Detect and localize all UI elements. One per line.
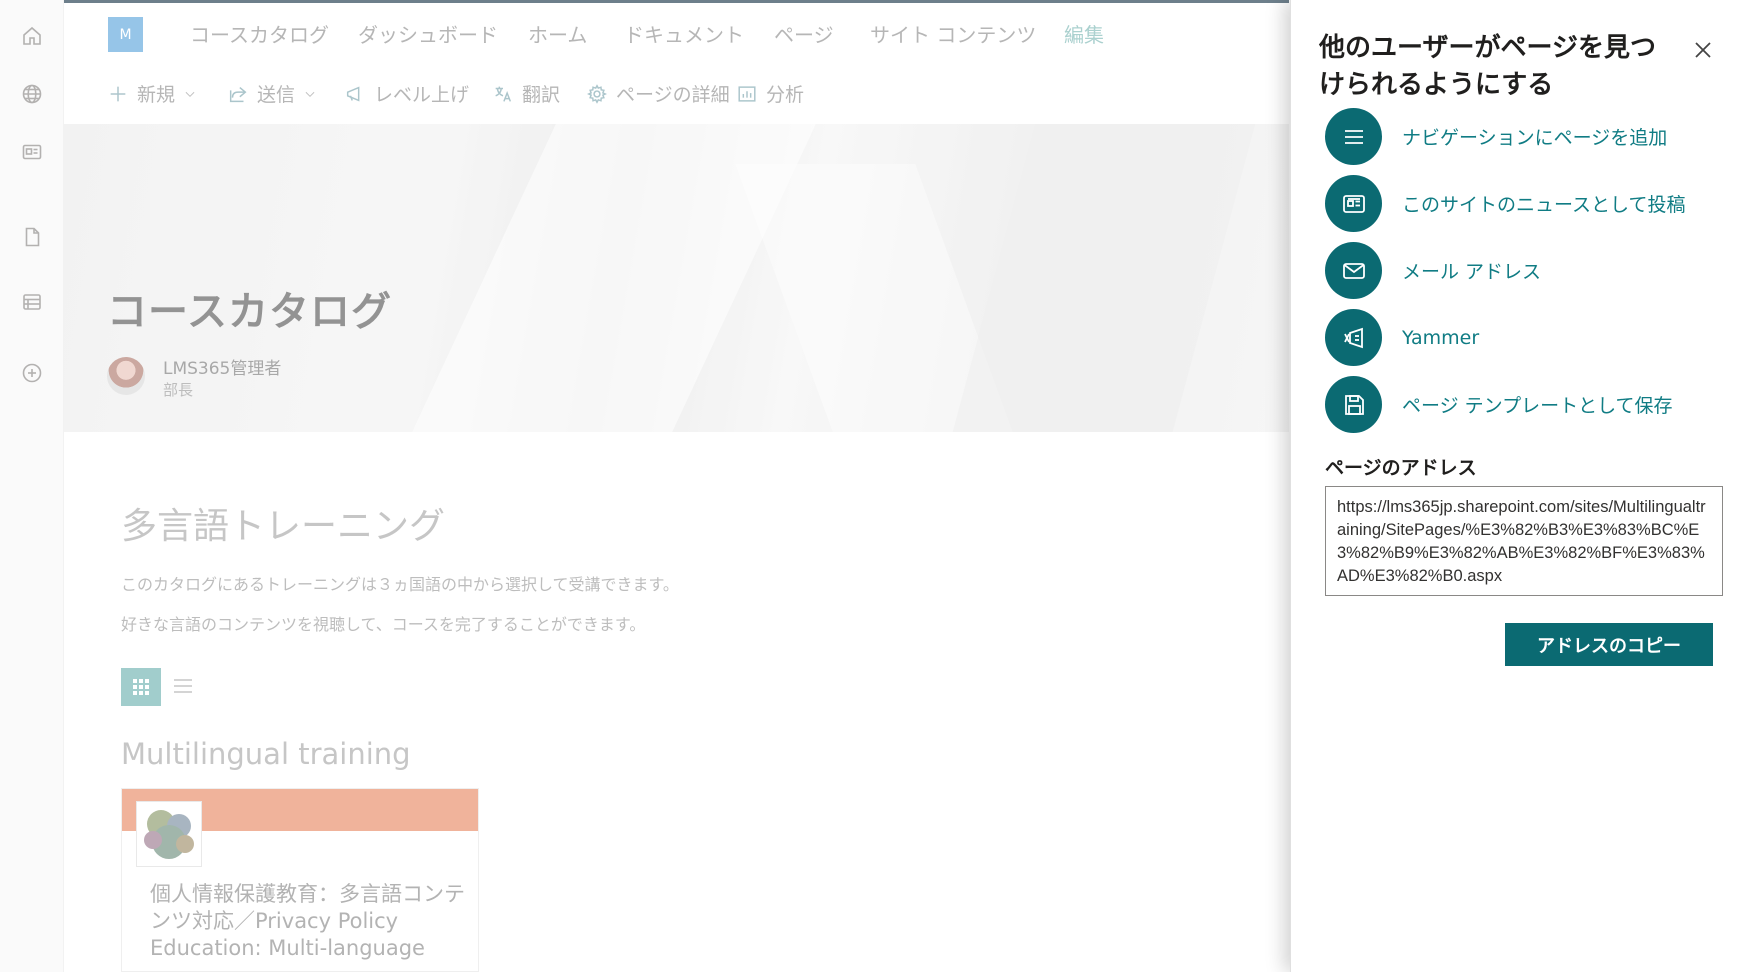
new-button[interactable]: 新規	[107, 80, 197, 107]
email-option[interactable]: メール アドレス	[1325, 242, 1541, 299]
course-title[interactable]: 個人情報保護教育：多言語コンテンツ対応／Privacy Policy Educa…	[150, 881, 470, 962]
promote-button[interactable]: レベル上げ	[344, 80, 469, 107]
news-icon	[1325, 175, 1382, 232]
list-view-button[interactable]	[172, 675, 196, 699]
close-icon	[1695, 42, 1711, 58]
hero-shape	[952, 124, 1256, 432]
option-label: このサイトのニュースとして投稿	[1402, 194, 1686, 216]
document-icon[interactable]	[17, 222, 47, 252]
translate-icon	[495, 86, 512, 102]
intro-paragraph-2: 好きな言語のコンテンツを視聴して、コースを完了することができます。	[121, 615, 646, 634]
grid-view-button[interactable]	[121, 668, 161, 706]
page-details-label: ページの詳細	[616, 84, 730, 106]
catalog-subheading: Multilingual training	[121, 737, 411, 771]
post-as-news-option[interactable]: このサイトのニュースとして投稿	[1325, 175, 1685, 232]
option-label: メール アドレス	[1402, 261, 1542, 283]
author-role: 部長	[163, 381, 194, 399]
intro-paragraph-1: このカタログにあるトレーニングは３ヵ国語の中から選択して受講できます。	[121, 575, 679, 594]
send-label: 送信	[257, 84, 296, 106]
hero-banner: コースカタログ LMS365管理者 部長	[64, 124, 1289, 432]
analytics-label: 分析	[766, 84, 805, 106]
option-label: Yammer	[1402, 326, 1480, 349]
send-button[interactable]: 送信	[227, 80, 317, 107]
page-title: コースカタログ	[107, 289, 392, 335]
page-main: M コースカタログ ダッシュボード ホーム ドキュメント ページ サイト コンテ…	[64, 0, 1289, 972]
site-top-nav: M コースカタログ ダッシュボード ホーム ドキュメント ページ サイト コンテ…	[64, 0, 1289, 62]
menu-icon	[1325, 108, 1382, 165]
yammer-option[interactable]: Yammer	[1325, 309, 1479, 366]
promote-panel: 他のユーザーがページを見つけられるようにする ナビゲーションにページを追加 この…	[1290, 0, 1753, 972]
course-card[interactable]: 個人情報保護教育：多言語コンテンツ対応／Privacy Policy Educa…	[121, 788, 479, 972]
translate-label: 翻訳	[522, 84, 561, 106]
news-icon[interactable]	[17, 137, 47, 167]
page-address-label: ページのアドレス	[1325, 457, 1477, 479]
nav-item-course-catalog[interactable]: コースカタログ	[190, 19, 329, 48]
promote-label: レベル上げ	[374, 84, 470, 106]
avatar[interactable]	[107, 357, 145, 395]
course-thumbnail	[136, 801, 202, 867]
plus-icon	[110, 86, 126, 101]
analytics-button[interactable]: 分析	[736, 80, 804, 107]
grid-icon	[133, 679, 149, 695]
chevron-down-icon	[185, 91, 195, 97]
nav-item-pages[interactable]: ページ	[774, 19, 834, 48]
nav-item-site-contents[interactable]: サイト コンテンツ	[870, 19, 1036, 48]
save-icon	[1325, 376, 1382, 433]
add-to-navigation-option[interactable]: ナビゲーションにページを追加	[1325, 108, 1667, 165]
page-content: 多言語トレーニング このカタログにあるトレーニングは３ヵ国語の中から選択して受講…	[64, 432, 1289, 972]
page-details-button[interactable]: ページの詳細	[586, 80, 730, 107]
nav-item-dashboard[interactable]: ダッシュボード	[358, 19, 498, 48]
option-label: ページ テンプレートとして保存	[1402, 395, 1673, 417]
section-heading: 多言語トレーニング	[121, 506, 446, 547]
globe-icon[interactable]	[17, 79, 47, 109]
panel-title: 他のユーザーがページを見つけられるようにする	[1319, 33, 1656, 100]
nav-edit-link[interactable]: 編集	[1064, 19, 1104, 48]
yammer-icon	[1325, 309, 1382, 366]
chart-icon	[738, 85, 756, 102]
nav-item-documents[interactable]: ドキュメント	[624, 19, 744, 48]
close-button[interactable]	[1693, 40, 1717, 64]
privacy-thumbnail-image	[144, 810, 194, 859]
translate-button[interactable]: 翻訳	[492, 80, 560, 107]
copy-address-button[interactable]: アドレスのコピー	[1505, 623, 1713, 666]
home-icon[interactable]	[17, 21, 47, 51]
site-logo[interactable]: M	[108, 17, 143, 52]
command-bar: 新規 送信 レベル上げ 翻訳 ページの詳細 分析	[64, 62, 1289, 124]
author-name[interactable]: LMS365管理者	[163, 354, 281, 379]
page-address-field[interactable]: https://lms365jp.sharepoint.com/sites/Mu…	[1325, 486, 1723, 596]
option-label: ナビゲーションにページを追加	[1402, 127, 1668, 149]
save-as-template-option[interactable]: ページ テンプレートとして保存	[1325, 376, 1673, 433]
nav-item-home[interactable]: ホーム	[528, 19, 587, 48]
share-icon	[229, 86, 247, 102]
chevron-down-icon	[305, 91, 315, 97]
gear-icon	[587, 83, 607, 104]
list-icon[interactable]	[17, 287, 47, 317]
megaphone-icon	[346, 85, 360, 102]
add-circle-icon[interactable]	[17, 358, 47, 388]
new-label: 新規	[137, 84, 176, 106]
list-lines-icon	[174, 679, 192, 693]
mail-icon	[1325, 242, 1382, 299]
app-rail	[0, 0, 64, 972]
